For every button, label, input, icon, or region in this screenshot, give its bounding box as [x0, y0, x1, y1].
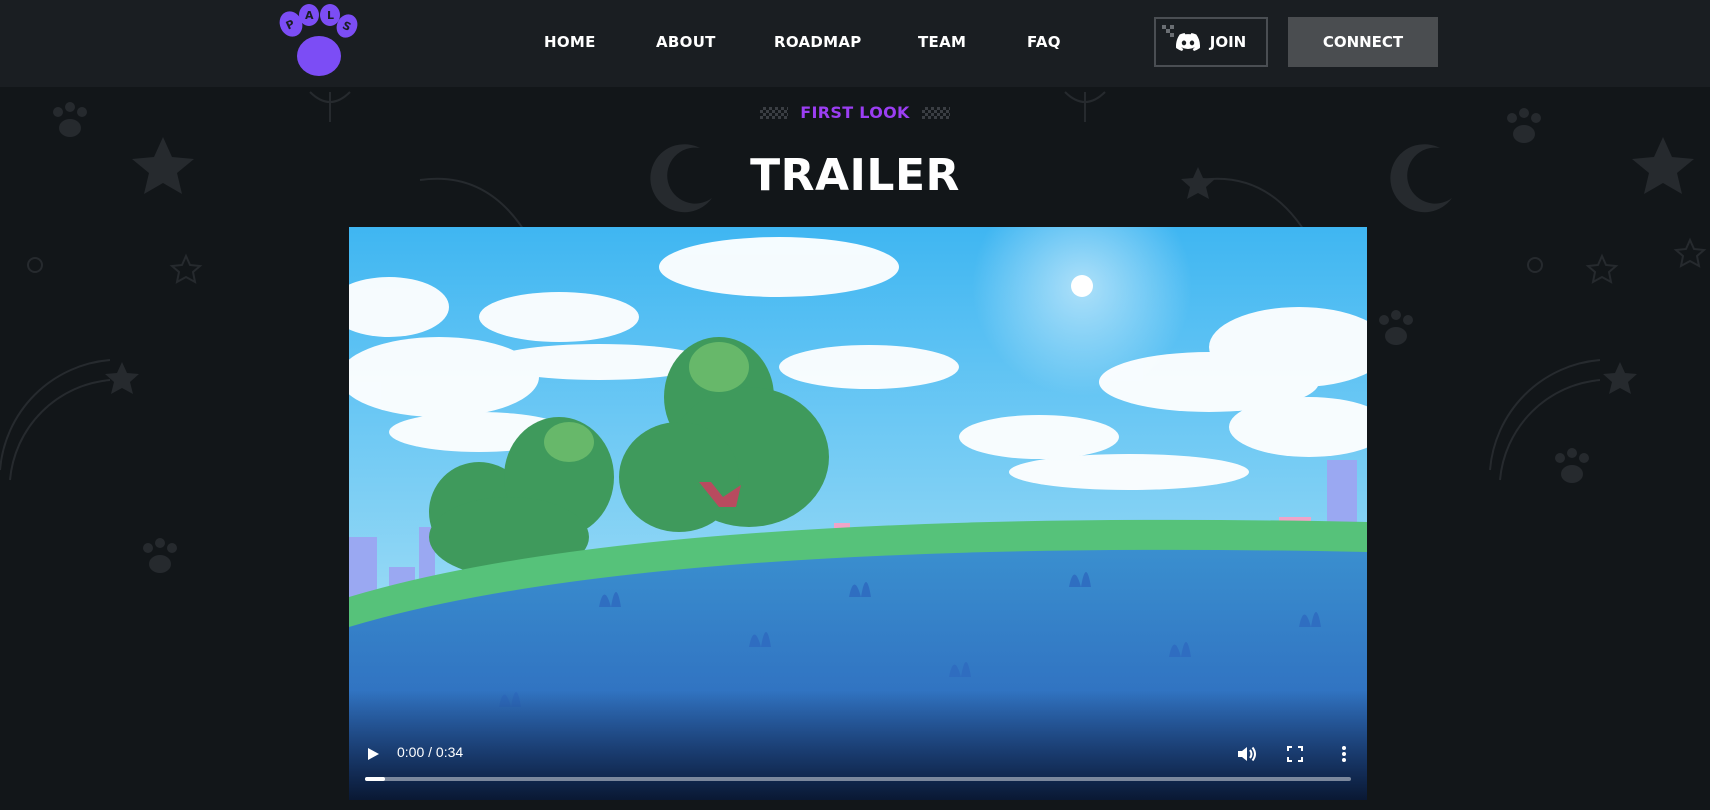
svg-text:L: L: [327, 9, 334, 22]
video-progress-bar[interactable]: [365, 777, 1351, 781]
connect-wallet-button[interactable]: CONNECT: [1288, 17, 1438, 67]
top-navbar: P A L S HOME ABOUT ROADMAP TEAM FAQ JOIN…: [0, 0, 1710, 87]
video-time-display: 0:00 / 0:34: [397, 744, 464, 760]
controls-overlay: [349, 690, 1367, 800]
eyebrow-label: FIRST LOOK: [800, 103, 910, 122]
nav-link-faq[interactable]: FAQ: [1027, 33, 1061, 51]
nav-link-roadmap[interactable]: ROADMAP: [774, 33, 862, 51]
section-title: TRAILER: [750, 150, 960, 201]
more-options-icon[interactable]: [1341, 745, 1347, 763]
video-progress-fill: [365, 777, 385, 781]
nav-link-home[interactable]: HOME: [544, 33, 596, 51]
nav-link-about[interactable]: ABOUT: [656, 33, 716, 51]
volume-icon[interactable]: [1237, 745, 1257, 763]
join-button-label: JOIN: [1209, 33, 1247, 51]
checker-decoration-right: [921, 106, 950, 119]
fullscreen-icon[interactable]: [1287, 746, 1303, 762]
section-eyebrow: FIRST LOOK: [0, 103, 1710, 122]
checker-decoration-left: [760, 106, 789, 119]
discord-icon: [1175, 33, 1200, 51]
svg-text:A: A: [305, 9, 314, 22]
trailer-video-player[interactable]: 0:00 / 0:34: [349, 227, 1367, 800]
paw-logo-icon[interactable]: P A L S: [277, 4, 359, 80]
pixel-corner-decoration: [1162, 25, 1174, 37]
nav-link-team[interactable]: TEAM: [918, 33, 966, 51]
play-icon[interactable]: [365, 746, 381, 762]
join-discord-button[interactable]: JOIN: [1154, 17, 1268, 67]
